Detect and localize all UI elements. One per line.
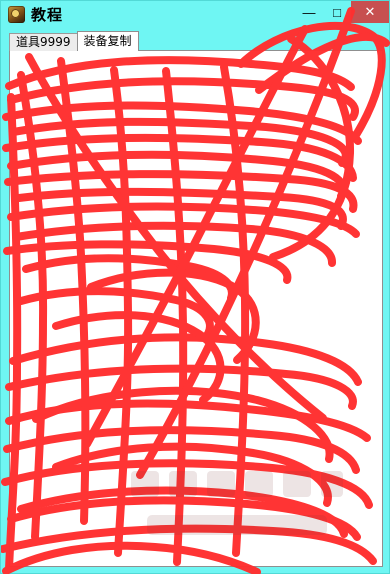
window-controls: — □ ✕	[295, 1, 389, 23]
tab-equipment-copy[interactable]: 装备复制	[76, 31, 139, 51]
tab-props[interactable]: 道具9999	[9, 33, 78, 51]
title-bar: 教程 — □ ✕	[1, 1, 389, 29]
minimize-button[interactable]: —	[295, 1, 323, 23]
close-button[interactable]: ✕	[351, 1, 389, 23]
content-panel	[9, 50, 383, 567]
window: 教程 — □ ✕ 道具9999 装备复制	[0, 0, 390, 574]
tab-bar: 道具9999 装备复制	[9, 31, 139, 51]
window-title: 教程	[31, 6, 64, 24]
app-icon	[8, 6, 25, 23]
maximize-button[interactable]: □	[323, 1, 351, 23]
